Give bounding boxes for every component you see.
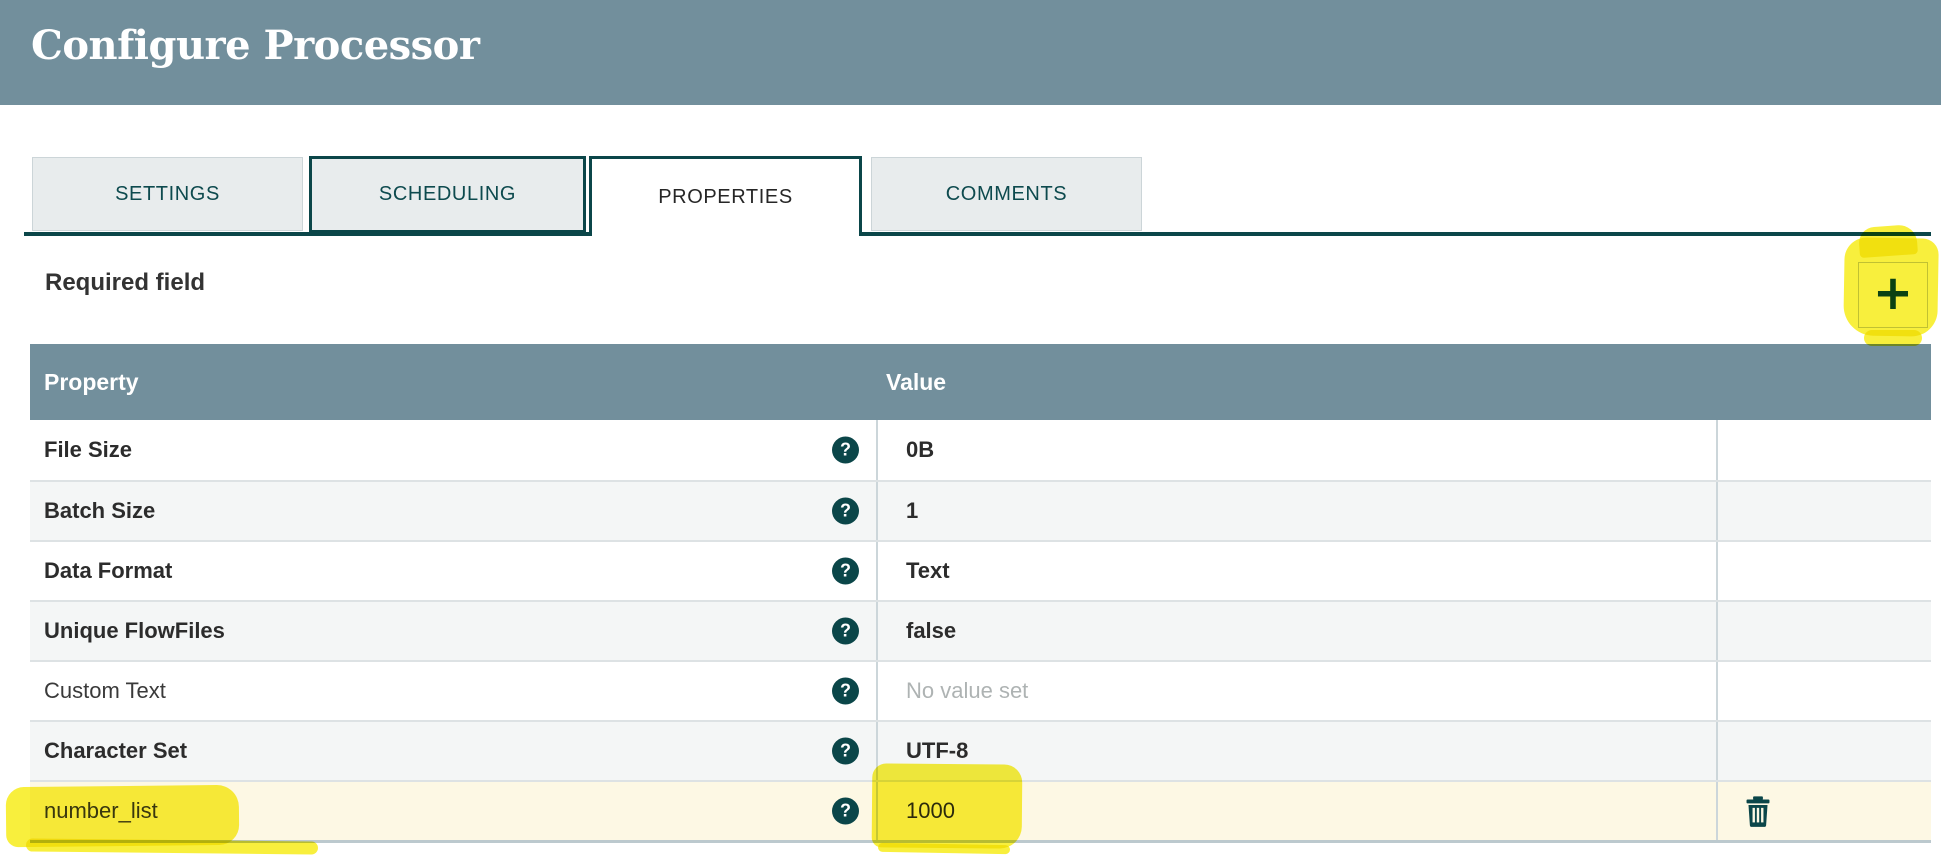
property-name: Character Set — [44, 738, 188, 763]
row-actions-cell — [1716, 782, 1931, 840]
table-row: Custom Text ? No value set — [30, 660, 1931, 720]
tab-properties[interactable]: PROPERTIES — [589, 156, 862, 236]
property-value-cell[interactable]: No value set — [876, 662, 1716, 720]
property-name: File Size — [44, 437, 133, 462]
property-value-cell[interactable]: UTF-8 — [876, 722, 1716, 780]
property-value-cell[interactable]: Text — [876, 542, 1716, 600]
property-value: false — [906, 618, 957, 643]
tab-properties-label: PROPERTIES — [658, 186, 793, 208]
property-name-cell: Character Set ? — [30, 722, 876, 780]
trash-icon[interactable] — [1744, 795, 1772, 827]
property-value: 1 — [906, 498, 919, 523]
property-name-cell: Unique FlowFiles ? — [30, 602, 876, 660]
table-header: Property Value — [30, 344, 1931, 420]
row-actions-cell — [1716, 482, 1931, 540]
property-name: number_list — [44, 798, 158, 823]
help-icon[interactable]: ? — [832, 677, 859, 705]
property-name-cell: File Size ? — [30, 420, 876, 480]
property-name-cell: Data Format ? — [30, 542, 876, 600]
highlight-property-value-tail — [877, 842, 1011, 855]
tab-comments-label: COMMENTS — [945, 182, 1068, 205]
column-header-property: Property — [44, 369, 139, 395]
tab-scheduling-label: SCHEDULING — [378, 183, 517, 205]
row-actions-cell — [1716, 542, 1931, 600]
property-value: No value set — [906, 678, 1029, 703]
property-name: Batch Size — [44, 498, 156, 523]
tab-comments[interactable]: COMMENTS — [871, 157, 1142, 231]
row-actions-cell — [1716, 602, 1931, 660]
tab-settings-label: SETTINGS — [115, 182, 220, 205]
property-name-cell: Batch Size ? — [30, 482, 876, 540]
plus-icon: + — [1872, 264, 1914, 321]
property-name-cell: number_list ? — [30, 782, 876, 840]
help-icon[interactable]: ? — [832, 797, 859, 825]
row-actions-cell — [1716, 662, 1931, 720]
table-row: number_list ? 1000 — [30, 780, 1931, 840]
help-icon[interactable]: ? — [832, 436, 859, 464]
highlight-add-button-bump — [1858, 224, 1918, 258]
help-icon[interactable]: ? — [832, 557, 859, 585]
property-value: 1000 — [906, 798, 955, 823]
add-property-button[interactable]: + — [1858, 262, 1928, 328]
property-value: 0B — [906, 437, 935, 462]
property-value-cell[interactable]: 1000 — [876, 782, 1716, 840]
tab-settings[interactable]: SETTINGS — [32, 157, 303, 231]
table-row: Character Set ? UTF-8 — [30, 720, 1931, 780]
property-value: Text — [906, 558, 950, 583]
property-value: UTF-8 — [906, 738, 969, 763]
required-field-label: Required field — [45, 269, 206, 296]
property-name: Data Format — [44, 558, 173, 583]
table-row: Unique FlowFiles ? false — [30, 600, 1931, 660]
property-name: Unique FlowFiles — [44, 618, 225, 643]
help-icon[interactable]: ? — [832, 737, 859, 765]
property-value-cell[interactable]: 0B — [876, 420, 1716, 480]
dialog-title: Configure Processor — [31, 22, 480, 69]
properties-table: Property Value File Size ? 0B Batch Size… — [30, 344, 1931, 843]
table-row: Batch Size ? 1 — [30, 480, 1931, 540]
table-row: File Size ? 0B — [30, 420, 1931, 480]
property-value-cell[interactable]: false — [876, 602, 1716, 660]
help-icon[interactable]: ? — [832, 617, 859, 645]
table-row: Data Format ? Text — [30, 540, 1931, 600]
property-name-cell: Custom Text ? — [30, 662, 876, 720]
help-icon[interactable]: ? — [832, 497, 859, 525]
row-actions-cell — [1716, 722, 1931, 780]
table-body: File Size ? 0B Batch Size ? 1 Data Forma… — [30, 420, 1931, 843]
property-name: Custom Text — [44, 678, 166, 703]
row-actions-cell — [1716, 420, 1931, 480]
property-value-cell[interactable]: 1 — [876, 482, 1716, 540]
column-header-value: Value — [886, 369, 947, 395]
dialog-header: Configure Processor — [0, 0, 1941, 105]
tab-scheduling[interactable]: SCHEDULING — [309, 156, 586, 233]
